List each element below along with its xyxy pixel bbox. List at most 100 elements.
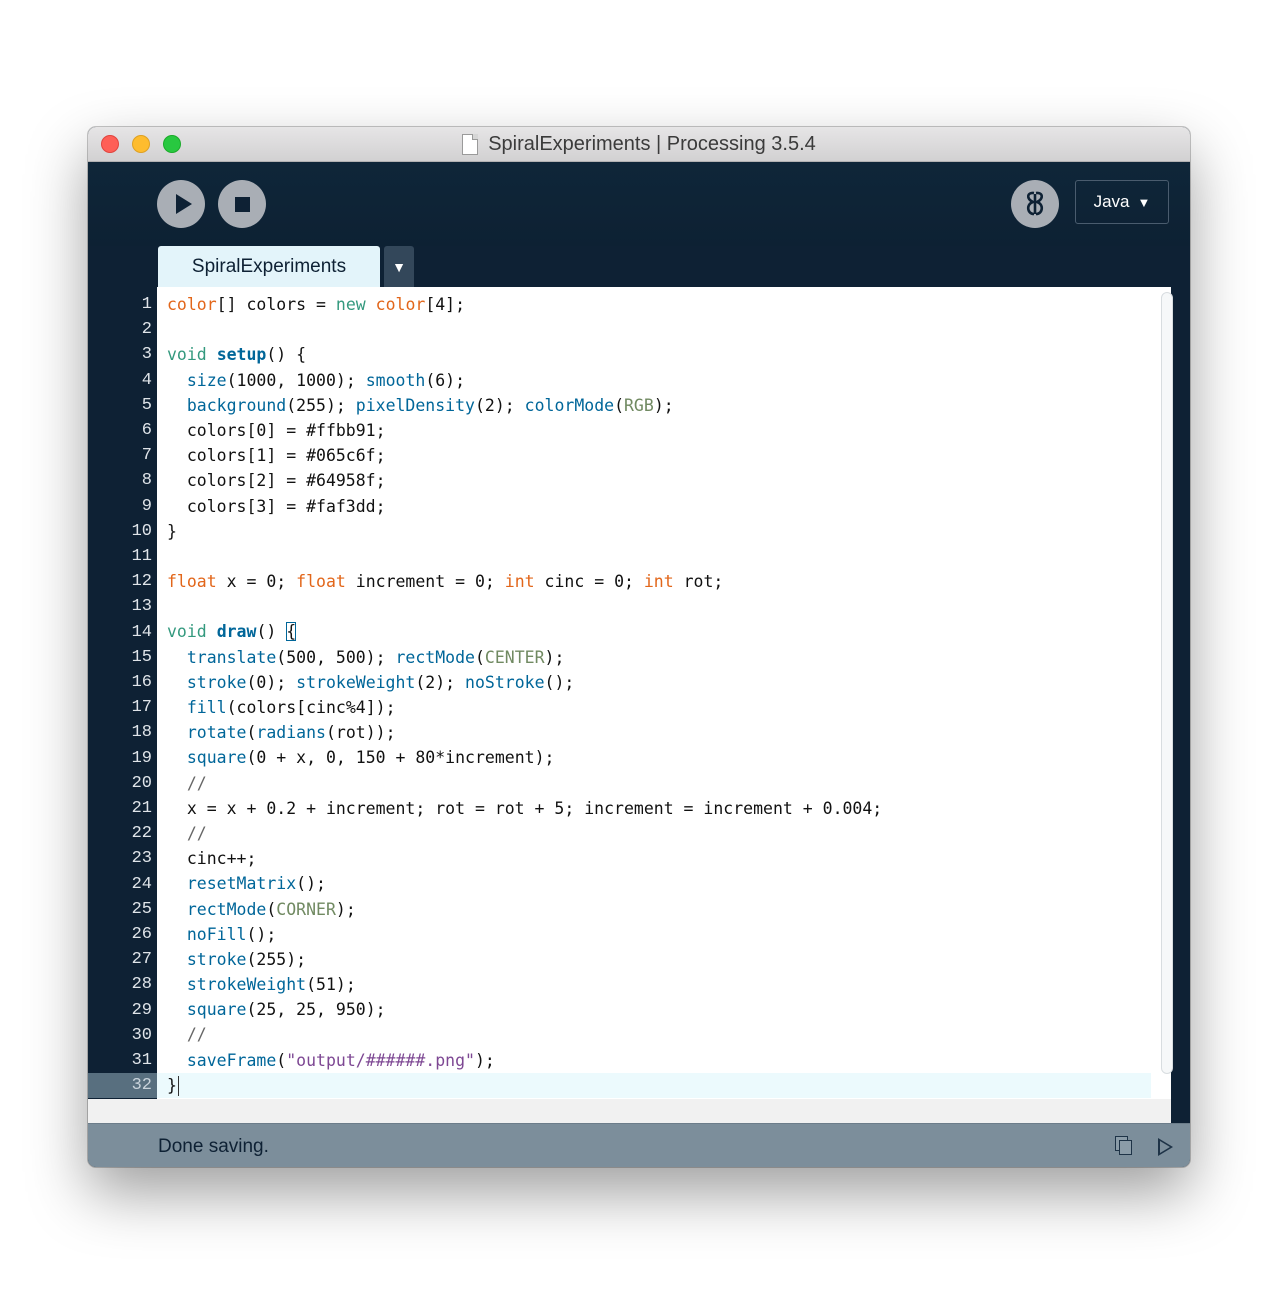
line-number: 2 — [141, 320, 152, 340]
code-line[interactable]: } — [157, 1072, 1151, 1098]
line-number: 1 — [141, 295, 152, 314]
code-lines[interactable]: color[] colors = new color[4]; void setu… — [157, 292, 1151, 1098]
code-line[interactable]: square(25, 25, 950); — [167, 997, 1151, 1022]
code-token: increment = 0; — [345, 572, 505, 592]
text-caret — [177, 1076, 180, 1097]
line-number: 31 — [131, 1051, 152, 1070]
code-token: (rot)); — [325, 723, 396, 743]
code-line[interactable]: saveFrame("output/######.png"); — [167, 1048, 1151, 1073]
line-number: 29 — [131, 1000, 152, 1020]
code-token: (colors[cinc%4]); — [226, 698, 396, 717]
code-token: [4]; — [425, 295, 466, 314]
line-number: 27 — [131, 950, 152, 970]
code-line[interactable]: colors[0] = #ffbb91; — [167, 418, 1151, 443]
code-line[interactable]: // — [167, 821, 1151, 846]
code-token: () — [256, 622, 287, 642]
line-number: 32 — [88, 1073, 157, 1099]
code-token: } — [167, 521, 177, 541]
code-line[interactable]: colors[2] = #64958f; — [167, 468, 1151, 493]
line-number: 12 — [131, 572, 152, 592]
code-line[interactable]: strokeWeight(51); — [167, 972, 1151, 997]
gutter-lines: 1 2 3 4 5 6 7 8 9 10 11 12 13 14 15 16 17 18 19 20 21 22 23 24 2… — [88, 287, 157, 1120]
code-token: (2); — [474, 395, 525, 415]
code-line[interactable]: cinc++; — [167, 846, 1151, 871]
code-token: size — [186, 370, 227, 390]
code-token: x = x + 0.2 + increment; rot = rot + 5; … — [167, 798, 883, 818]
code-line[interactable]: fill(colors[cinc%4]); — [167, 695, 1151, 720]
code-token: (25, 25, 950); — [246, 1000, 386, 1020]
code-line[interactable]: colors[3] = #faf3dd; — [167, 494, 1151, 519]
title-bar[interactable]: SpiralExperiments | Processing 3.5.4 — [88, 127, 1190, 162]
line-number: 5 — [141, 395, 152, 415]
code-line[interactable]: resetMatrix(); — [167, 871, 1151, 896]
code-token: int — [504, 572, 535, 592]
code-line[interactable]: stroke(0); strokeWeight(2); noStroke(); — [167, 670, 1151, 695]
code-token: noFill — [186, 924, 247, 944]
code-line[interactable]: x = x + 0.2 + increment; rot = rot + 5; … — [167, 796, 1151, 821]
code-line[interactable] — [167, 317, 1151, 342]
code-token: setup — [216, 345, 267, 365]
line-number: 16 — [131, 673, 152, 692]
code-line[interactable]: // — [167, 1022, 1151, 1047]
code-line[interactable]: void draw() { — [167, 619, 1151, 644]
code-line[interactable]: colors[1] = #065c6f; — [167, 443, 1151, 468]
code-line[interactable]: color[] colors = new color[4]; — [167, 292, 1151, 317]
code-token: square — [186, 1000, 247, 1020]
code-token: cinc++; — [167, 849, 257, 869]
code-token: resetMatrix — [186, 874, 297, 894]
run-outline-icon[interactable] — [1158, 1138, 1173, 1156]
code-token: ( — [246, 723, 257, 743]
debug-button[interactable] — [1011, 180, 1059, 228]
chevron-down-icon: ▼ — [392, 258, 406, 275]
code-token: ); — [544, 647, 565, 667]
code-line[interactable]: float x = 0; float increment = 0; int ci… — [167, 569, 1151, 594]
code-line[interactable]: stroke(255); — [167, 947, 1151, 972]
code-token: new — [335, 295, 366, 314]
code-editor[interactable]: color[] colors = new color[4]; void setu… — [157, 287, 1171, 1123]
mode-selector[interactable]: Java ▼ — [1075, 180, 1169, 224]
code-token: strokeWeight — [186, 975, 307, 995]
tab-spiralexperiments[interactable]: SpiralExperiments — [158, 246, 380, 287]
code-line[interactable]: size(1000, 1000); smooth(6); — [167, 368, 1151, 393]
line-number: 11 — [131, 547, 152, 566]
code-token: float — [167, 572, 217, 592]
run-button[interactable] — [157, 180, 205, 228]
status-bar: Done saving. — [88, 1123, 1190, 1167]
code-line[interactable]: noFill(); — [167, 922, 1151, 947]
code-line[interactable] — [167, 594, 1151, 619]
vertical-scrollbar[interactable] — [1161, 292, 1173, 1074]
line-number: 15 — [131, 647, 152, 667]
editor-bottom-margin — [157, 1099, 1171, 1123]
stop-button[interactable] — [218, 180, 266, 228]
code-token: saveFrame — [186, 1050, 277, 1070]
tab-menu-button[interactable]: ▼ — [384, 246, 414, 287]
code-token: smooth — [365, 370, 426, 390]
code-token: colors[3] = #faf3dd; — [167, 496, 386, 516]
status-message: Done saving. — [158, 1136, 269, 1157]
console-toggle-icon[interactable] — [1115, 1136, 1132, 1155]
code-token: float — [296, 572, 346, 592]
code-token: (); — [544, 672, 575, 692]
line-number: 22 — [131, 824, 152, 844]
code-line[interactable]: square(0 + x, 0, 150 + 80*increment); — [167, 745, 1151, 770]
code-line[interactable]: // — [167, 771, 1151, 796]
code-line[interactable]: } — [167, 519, 1151, 544]
code-token: ( — [614, 395, 624, 415]
code-line[interactable]: background(255); pixelDensity(2); colorM… — [167, 393, 1151, 418]
code-token: int — [643, 572, 674, 592]
code-token: (1000, 1000); — [226, 370, 366, 390]
code-line[interactable]: rectMode(CORNER); — [167, 897, 1151, 922]
code-line[interactable]: translate(500, 500); rectMode(CENTER); — [167, 645, 1151, 670]
code-line[interactable] — [167, 544, 1151, 569]
code-token: ( — [266, 899, 277, 919]
code-line[interactable]: void setup() { — [167, 342, 1151, 367]
code-token: stroke — [186, 672, 247, 692]
code-line[interactable]: rotate(radians(rot)); — [167, 720, 1151, 745]
